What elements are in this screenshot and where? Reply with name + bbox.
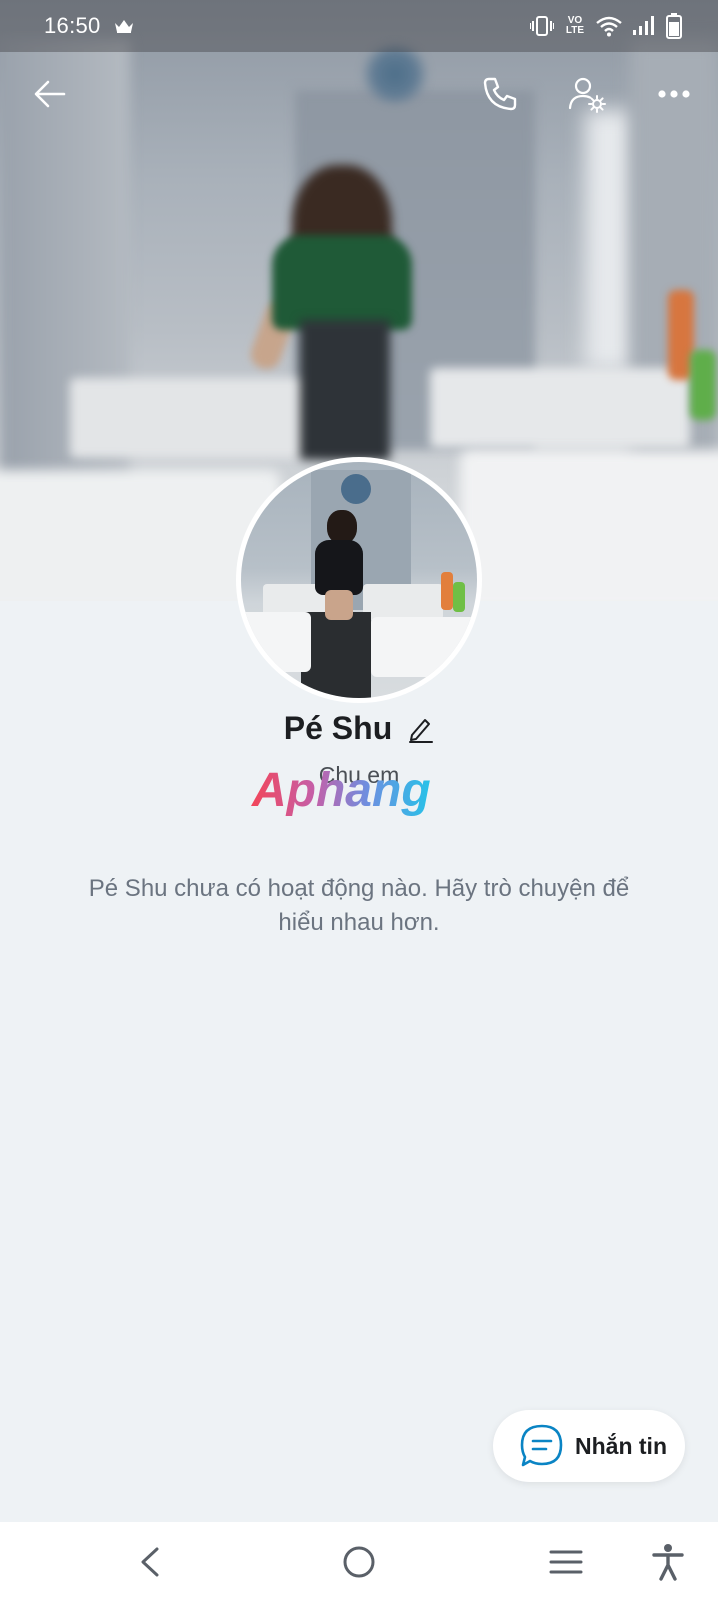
message-button[interactable]: Nhắn tin — [493, 1410, 685, 1482]
status-bar: 16:50 VO LTE — [0, 0, 718, 52]
back-button[interactable] — [26, 70, 74, 118]
call-button[interactable] — [476, 70, 524, 118]
nav-home-button[interactable] — [337, 1540, 381, 1584]
svg-text:Aphang: Aphang — [251, 766, 431, 817]
volte-icon: VO LTE — [565, 15, 585, 36]
system-nav-bar — [0, 1522, 718, 1600]
back-arrow-icon — [34, 80, 66, 108]
crown-icon — [114, 20, 133, 33]
status-time: 16:50 — [44, 13, 101, 38]
pencil-icon[interactable] — [408, 715, 434, 743]
name-row: Pé Shu — [0, 710, 718, 747]
vibrate-icon — [530, 16, 554, 36]
profile-screen: 16:50 VO LTE Pé Shu Chu em Aphang Pé Shu… — [0, 0, 718, 1600]
accessibility-button[interactable] — [646, 1540, 690, 1584]
profile-settings-button[interactable] — [563, 70, 611, 118]
profile-name: Pé Shu — [283, 710, 393, 746]
nav-recents-button[interactable] — [544, 1540, 588, 1584]
wifi-icon — [596, 16, 622, 37]
more-options-button[interactable] — [650, 70, 698, 118]
watermark-logo: Aphang — [251, 766, 431, 817]
avatar-photo — [241, 462, 477, 698]
nav-home-icon — [343, 1546, 375, 1578]
avatar[interactable] — [236, 457, 482, 703]
chat-bubble-icon — [520, 1424, 563, 1467]
user-settings-icon — [568, 77, 606, 113]
nav-back-button[interactable] — [128, 1540, 172, 1584]
battery-icon — [666, 13, 682, 39]
status-icons: VO LTE — [530, 13, 682, 39]
accessibility-icon — [652, 1544, 684, 1581]
more-icon — [658, 90, 690, 98]
nav-recents-icon — [549, 1550, 583, 1574]
nav-back-icon — [141, 1547, 159, 1577]
signal-icon — [633, 16, 654, 35]
empty-state-message: Pé Shu chưa có hoạt động nào. Hãy trò ch… — [88, 875, 630, 936]
phone-icon — [483, 77, 517, 111]
message-button-label: Nhắn tin — [575, 1432, 667, 1459]
